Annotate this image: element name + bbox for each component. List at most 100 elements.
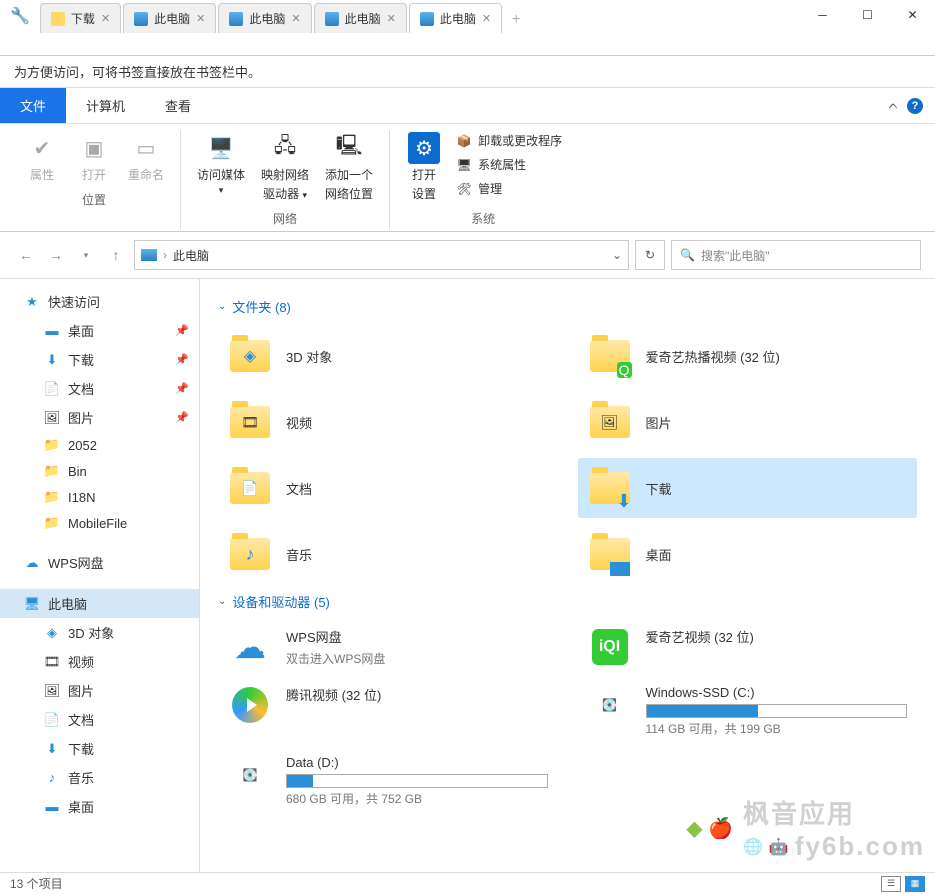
- new-tab-button[interactable]: +: [504, 6, 528, 30]
- folder-icon: 📁: [44, 437, 60, 453]
- folder-icon: ⬇: [588, 466, 632, 510]
- uninstall-icon: 📦: [456, 133, 472, 149]
- maximize-button[interactable]: ☐: [845, 0, 890, 30]
- device-iqiyi[interactable]: iQI 爱奇艺视频 (32 位): [578, 621, 918, 673]
- menu-file[interactable]: 文件: [0, 88, 66, 123]
- sidebar-item-bin[interactable]: 📁 Bin: [0, 458, 199, 484]
- tab-thispc-2[interactable]: 此电脑 ✕: [218, 3, 311, 33]
- sidebar-item-i18n[interactable]: 📁 I18N: [0, 484, 199, 510]
- label: 打开: [412, 166, 436, 183]
- section-title: 文件夹 (8): [232, 297, 291, 316]
- device-tencent[interactable]: 腾讯视频 (32 位): [218, 679, 558, 743]
- menu-bar: 文件 计算机 查看 ᨈ ?: [0, 88, 935, 124]
- group-label: 系统: [471, 208, 495, 229]
- folder-desktop[interactable]: 桌面: [578, 524, 918, 584]
- tab-label: 此电脑: [345, 10, 381, 27]
- label: 管理: [478, 180, 502, 197]
- system-list: 📦 卸载或更改程序 🖥 系统属性 🛠 管理: [452, 130, 566, 204]
- close-icon[interactable]: ✕: [387, 12, 396, 25]
- sidebar-item-quickaccess[interactable]: ★ 快速访问: [0, 287, 199, 316]
- wrench-icon[interactable]: 🔧: [0, 0, 40, 32]
- folder-music[interactable]: ♪ 音乐: [218, 524, 558, 584]
- sidebar-item-wps[interactable]: ☁ WPS网盘: [0, 548, 199, 577]
- section-devices-header[interactable]: ⌄ 设备和驱动器 (5): [218, 592, 917, 611]
- device-wps[interactable]: ☁ WPS网盘 双击进入WPS网盘: [218, 621, 558, 673]
- access-media-button[interactable]: 🖥️ 访问媒体 ▾: [191, 130, 251, 204]
- sidebar-item-mobilefile[interactable]: 📁 MobileFile: [0, 510, 199, 536]
- menu-view[interactable]: 查看: [145, 88, 211, 123]
- add-network-location-button[interactable]: 🖳 添加一个 网络位置: [319, 130, 379, 204]
- label: 3D 对象: [68, 623, 114, 642]
- folder-video[interactable]: 🎞 视频: [218, 392, 558, 452]
- open-button[interactable]: ▣ 打开: [70, 130, 118, 185]
- manage-button[interactable]: 🛠 管理: [452, 178, 566, 199]
- pc-icon: [229, 12, 243, 26]
- view-icons-button[interactable]: ▦: [905, 876, 925, 892]
- sidebar-item-desktop2[interactable]: ▬ 桌面: [0, 792, 199, 821]
- search-input[interactable]: 🔍 搜索"此电脑": [671, 240, 921, 270]
- chevron-down-icon[interactable]: ⌄: [612, 248, 622, 262]
- label: WPS网盘: [286, 627, 548, 646]
- collapse-ribbon-icon[interactable]: ᨈ: [889, 98, 899, 113]
- map-drive-button[interactable]: 🖧 映射网络 驱动器 ▾: [255, 130, 315, 204]
- drive-d[interactable]: 💽 Data (D:) 680 GB 可用，共 752 GB: [218, 749, 558, 813]
- ribbon-group-system: ⚙ 打开 设置 📦 卸载或更改程序 🖥 系统属性 🛠 管理 系统: [390, 130, 576, 229]
- add-network-icon: 🖳: [333, 132, 365, 164]
- close-icon[interactable]: ✕: [291, 12, 300, 25]
- drive-c[interactable]: 💽 Windows-SSD (C:) 114 GB 可用，共 199 GB: [578, 679, 918, 743]
- uninstall-programs-button[interactable]: 📦 卸载或更改程序: [452, 130, 566, 151]
- navigation-bar: ← → ▾ ↑ › 此电脑 ⌄ ↻ 🔍 搜索"此电脑": [0, 232, 935, 279]
- sidebar-item-documents2[interactable]: 📄 文档: [0, 705, 199, 734]
- tab-thispc-1[interactable]: 此电脑 ✕: [123, 3, 216, 33]
- section-folders-header[interactable]: ⌄ 文件夹 (8): [218, 297, 917, 316]
- sidebar-item-pictures2[interactable]: 🖼 图片: [0, 676, 199, 705]
- back-button[interactable]: ←: [14, 243, 38, 267]
- recent-button[interactable]: ▾: [74, 243, 98, 267]
- sidebar-item-downloads[interactable]: ⬇ 下载 📌: [0, 345, 199, 374]
- rename-button[interactable]: ▭ 重命名: [122, 130, 170, 185]
- breadcrumb[interactable]: › 此电脑 ⌄: [134, 240, 629, 270]
- folder-documents[interactable]: 📄 文档: [218, 458, 558, 518]
- sidebar-item-2052[interactable]: 📁 2052: [0, 432, 199, 458]
- breadcrumb-text: 此电脑: [173, 247, 209, 264]
- open-settings-button[interactable]: ⚙ 打开 设置: [400, 130, 448, 204]
- folder-pictures[interactable]: 🖼 图片: [578, 392, 918, 452]
- folder-downloads[interactable]: ⬇ 下载: [578, 458, 918, 518]
- menu-computer[interactable]: 计算机: [66, 88, 145, 123]
- close-icon[interactable]: ✕: [196, 12, 205, 25]
- sidebar-item-downloads2[interactable]: ⬇ 下载: [0, 734, 199, 763]
- status-bar: 13 个项目 ☰ ▦: [0, 872, 935, 894]
- view-details-button[interactable]: ☰: [881, 876, 901, 892]
- folder-icon: Q: [588, 334, 632, 378]
- pin-icon: 📌: [175, 353, 189, 366]
- sidebar-item-3dobjects[interactable]: ◈ 3D 对象: [0, 618, 199, 647]
- pin-icon: 📌: [175, 382, 189, 395]
- up-button[interactable]: ↑: [104, 243, 128, 267]
- tab-downloads[interactable]: 下载 ✕: [40, 3, 121, 33]
- system-icon: 🖥: [456, 157, 472, 173]
- sidebar-item-music[interactable]: ♪ 音乐: [0, 763, 199, 792]
- close-icon[interactable]: ✕: [101, 12, 110, 25]
- label: 桌面: [68, 321, 94, 340]
- sidebar-item-video[interactable]: 🎞 视频: [0, 647, 199, 676]
- sidebar-item-thispc[interactable]: 🖥 此电脑: [0, 589, 199, 618]
- system-properties-button[interactable]: 🖥 系统属性: [452, 154, 566, 175]
- sidebar-item-pictures[interactable]: 🖼 图片 📌: [0, 403, 199, 432]
- sidebar-item-desktop[interactable]: ▬ 桌面 📌: [0, 316, 199, 345]
- refresh-button[interactable]: ↻: [635, 240, 665, 270]
- help-icon[interactable]: ?: [907, 98, 923, 114]
- tab-thispc-3[interactable]: 此电脑 ✕: [314, 3, 407, 33]
- sidebar-item-documents[interactable]: 📄 文档 📌: [0, 374, 199, 403]
- properties-button[interactable]: ✔ 属性: [18, 130, 66, 185]
- label: 此电脑: [48, 594, 87, 613]
- close-icon[interactable]: ✕: [482, 12, 491, 25]
- minimize-button[interactable]: ─: [800, 0, 845, 30]
- label: 映射网络: [261, 166, 309, 183]
- document-icon: 📄: [44, 381, 60, 397]
- forward-button[interactable]: →: [44, 243, 68, 267]
- tab-thispc-4[interactable]: 此电脑 ✕: [409, 3, 502, 33]
- folder-iqiyi-hot[interactable]: Q 爱奇艺热播视频 (32 位): [578, 326, 918, 386]
- group-label: 位置: [82, 189, 106, 210]
- folder-3dobjects[interactable]: ◈ 3D 对象: [218, 326, 558, 386]
- close-button[interactable]: ✕: [890, 0, 935, 30]
